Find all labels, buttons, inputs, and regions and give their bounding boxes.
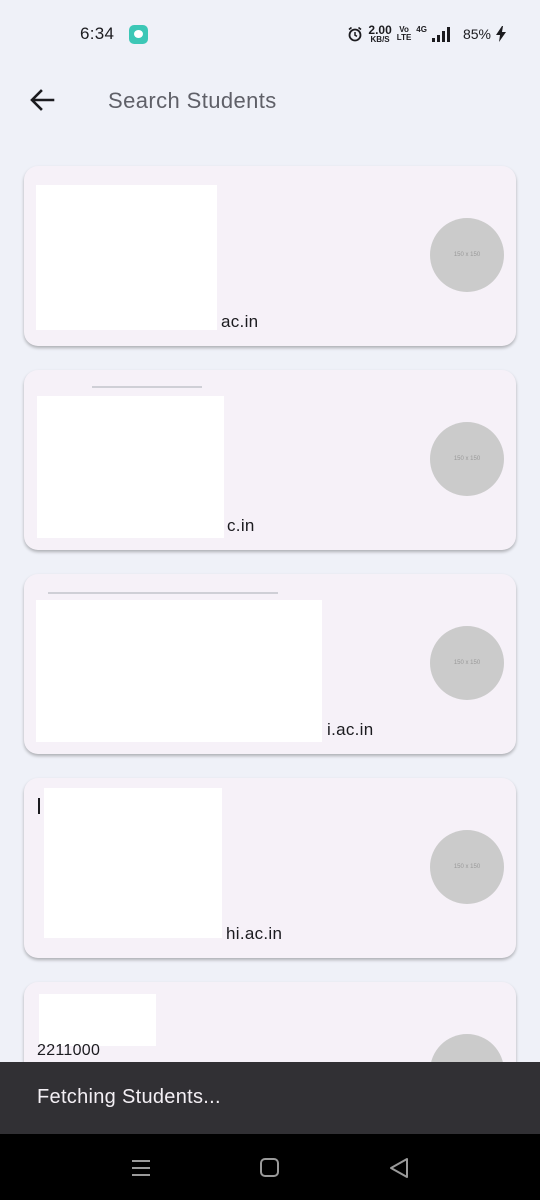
redacted-details — [39, 994, 156, 1046]
back-triangle-icon[interactable] — [385, 1154, 413, 1182]
alarm-icon — [348, 26, 362, 42]
status-time: 6:34 — [80, 24, 115, 43]
status-bar: 6:34 2.00 KB/S Vo LTE 4G 85% — [0, 0, 540, 68]
signal-icon — [431, 27, 450, 42]
student-avatar: 150 x 150 — [430, 830, 504, 904]
redacted-details — [36, 185, 217, 330]
student-avatar: 150 x 150 — [430, 218, 504, 292]
student-email: c.in — [227, 516, 255, 535]
arrow-left-icon — [30, 89, 55, 111]
student-avatar: 150 x 150 — [430, 626, 504, 700]
redacted-details — [37, 396, 224, 538]
chat-notification-icon — [129, 25, 148, 44]
back-button[interactable] — [22, 80, 62, 120]
snackbar: Fetching Students... — [0, 1062, 540, 1134]
app-bar — [0, 70, 540, 130]
student-id-partial: 2211000 — [37, 1042, 101, 1059]
faint-text-line — [92, 386, 202, 388]
charging-bolt-icon — [496, 26, 506, 42]
network-type: 4G — [416, 25, 427, 34]
snackbar-message: Fetching Students... — [37, 1086, 221, 1108]
student-card[interactable]: hi.ac.in 150 x 150 — [24, 778, 516, 958]
avatar-placeholder-text: 150 x 150 — [453, 864, 481, 870]
faint-text-line — [48, 592, 278, 594]
recents-icon[interactable] — [127, 1154, 155, 1182]
student-card[interactable]: i.ac.in 150 x 150 — [24, 574, 516, 754]
text-fragment — [38, 798, 40, 814]
redacted-details — [36, 600, 322, 742]
network-speed-unit: KB/S — [370, 35, 390, 44]
volte-indicator: Vo LTE — [397, 26, 412, 42]
avatar-placeholder-text: 150 x 150 — [453, 660, 481, 666]
avatar-placeholder-text: 150 x 150 — [453, 456, 481, 462]
status-icons: 2.00 KB/S Vo LTE 4G 85% — [347, 22, 506, 46]
student-email: ac.in — [221, 312, 259, 331]
student-card[interactable]: ac.in 150 x 150 — [24, 166, 516, 346]
home-icon[interactable] — [256, 1154, 284, 1182]
student-avatar: 150 x 150 — [430, 422, 504, 496]
search-input[interactable] — [108, 84, 508, 118]
redacted-details — [44, 788, 222, 938]
student-email: hi.ac.in — [226, 924, 283, 943]
volte-bottom: LTE — [396, 33, 412, 42]
network-speed: 2.00 KB/S — [368, 24, 391, 44]
student-card[interactable]: c.in 150 x 150 — [24, 370, 516, 550]
system-nav-bar — [0, 1134, 540, 1200]
student-email: i.ac.in — [327, 720, 374, 739]
avatar-placeholder-text: 150 x 150 — [453, 252, 481, 258]
battery-percent: 85% — [462, 26, 491, 42]
